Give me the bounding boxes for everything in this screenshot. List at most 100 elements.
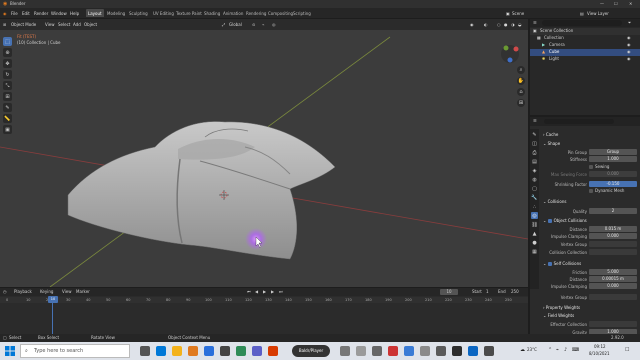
pinned-app-icon[interactable] <box>436 346 446 356</box>
tab-shading[interactable]: Shading <box>202 9 222 17</box>
store-icon[interactable] <box>220 346 230 356</box>
collision-collection-field[interactable] <box>589 249 637 255</box>
pinned-app-icon[interactable] <box>452 346 462 356</box>
scale-tool-icon[interactable]: ⤡ <box>3 81 12 90</box>
notifications-icon[interactable]: ☐ <box>625 348 629 353</box>
pinned-app-icon[interactable] <box>468 346 478 356</box>
maximize-icon[interactable]: ☐ <box>614 2 618 6</box>
mail-icon[interactable] <box>204 346 214 356</box>
rotate-tool-icon[interactable]: ↻ <box>3 70 12 79</box>
jump-end-icon[interactable]: ⏭ <box>279 290 283 294</box>
teams-icon[interactable] <box>252 346 262 356</box>
self-impulse-field[interactable]: 0.000 <box>589 283 637 289</box>
tab-modeling[interactable]: Modeling <box>105 9 127 17</box>
annotate-tool-icon[interactable]: ✎ <box>3 103 12 112</box>
menu-object[interactable]: Object <box>84 22 97 27</box>
particles-tab-icon[interactable]: ∴ <box>531 203 538 210</box>
3d-viewport[interactable]: ⊞ Object Mode View Select Add Object ⤢ G… <box>0 19 528 287</box>
play-icon[interactable]: ▶ <box>263 290 266 294</box>
visibility-eye-icon[interactable]: ◉ <box>627 36 631 40</box>
rendered-shading-icon[interactable]: ◒ <box>518 22 522 27</box>
pinned-app-icon[interactable] <box>388 346 398 356</box>
vertex-group-field[interactable] <box>589 241 637 247</box>
tool-tab-icon[interactable]: ✎ <box>531 131 538 138</box>
end-field[interactable]: 250 <box>511 290 519 294</box>
outliner-search-input[interactable] <box>542 20 622 26</box>
minimize-icon[interactable]: — <box>600 2 604 6</box>
physics-tab-icon[interactable]: ◎ <box>531 212 538 219</box>
cloth-mesh[interactable] <box>67 121 336 260</box>
transform-orientation-select[interactable]: Global <box>229 22 242 27</box>
tab-layout[interactable]: Layout <box>86 9 104 17</box>
pinned-app-icon[interactable] <box>356 346 366 356</box>
visibility-eye-icon[interactable]: ◉ <box>627 43 631 47</box>
stiffness-field[interactable]: 1.000 <box>589 156 637 162</box>
select-tool-icon[interactable]: ⬚ <box>3 37 12 46</box>
menu-view[interactable]: View <box>45 22 55 27</box>
property-weights-header[interactable]: › Property Weights <box>543 305 580 310</box>
menu-edit[interactable]: Edit <box>22 11 30 16</box>
object-collisions-header[interactable]: ⌄ Object Collisions <box>543 218 587 223</box>
menu-view-timeline[interactable]: View <box>62 290 72 294</box>
viewport-scene[interactable] <box>0 19 528 287</box>
playhead-line[interactable] <box>52 303 53 334</box>
effector-collection-field[interactable] <box>589 321 637 327</box>
quality-field[interactable]: 2 <box>589 208 637 214</box>
pinned-app-icon[interactable] <box>340 346 350 356</box>
cursor-tool-icon[interactable]: ⊕ <box>3 48 12 57</box>
view-layer-icon[interactable]: ▤ <box>580 11 584 16</box>
editor-type-icon[interactable]: ⊞ <box>3 22 6 27</box>
tab-scripting[interactable]: Scripting <box>291 9 313 17</box>
outliner-row-camera[interactable]: ▶ Camera ◉ <box>530 42 640 49</box>
mode-select[interactable]: Object Mode <box>11 22 36 27</box>
clock-time[interactable]: 09:12 <box>594 345 606 349</box>
shrinking-field[interactable]: -0.150 <box>589 181 637 187</box>
distance-field[interactable]: 0.015 m <box>589 226 637 232</box>
texture-tab-icon[interactable]: ▦ <box>531 248 538 255</box>
menu-playback[interactable]: Playback <box>14 290 32 294</box>
transform-tool-icon[interactable]: ⊞ <box>3 92 12 101</box>
outliner-row-collection[interactable]: ▦ Collection ◉ <box>530 35 640 42</box>
cache-section-header[interactable]: › Cache <box>543 132 558 137</box>
pan-hand-icon[interactable]: ✋ <box>517 77 525 85</box>
sewing-checkbox[interactable]: Sewing <box>589 165 609 169</box>
current-frame-field[interactable]: 10 <box>440 289 458 295</box>
menu-window[interactable]: Window <box>51 11 67 16</box>
constraints-tab-icon[interactable]: ⛓ <box>531 221 538 228</box>
material-shading-icon[interactable]: ◑ <box>511 22 515 27</box>
keyboard-icon[interactable]: ⌨ <box>572 348 579 353</box>
overlays-icon[interactable]: ◐ <box>484 22 488 27</box>
modifier-tab-icon[interactable]: 🔧 <box>531 194 538 201</box>
tab-uv-editing[interactable]: UV Editing <box>151 9 176 17</box>
file-explorer-icon[interactable] <box>172 346 182 356</box>
navigation-gizmo[interactable] <box>501 45 519 63</box>
object-tab-icon[interactable]: ▢ <box>531 185 538 192</box>
weather-icon[interactable]: ☁ <box>520 348 525 353</box>
volume-icon[interactable]: ♪ <box>564 348 567 353</box>
transform-orientation-icon[interactable]: ⤢ <box>222 22 225 27</box>
outliner-row-scene-collection[interactable]: ▣ Scene Collection <box>530 28 640 35</box>
shape-section-header[interactable]: ⌄ Shape <box>543 141 560 146</box>
task-view-icon[interactable] <box>140 346 150 356</box>
start-field[interactable]: 1 <box>486 290 489 294</box>
menu-select[interactable]: Select <box>58 22 70 27</box>
tab-animation[interactable]: Animation <box>221 9 245 17</box>
tab-rendering[interactable]: Rendering <box>244 9 268 17</box>
timeline-editor-icon[interactable]: ◷ <box>3 290 7 294</box>
menu-render[interactable]: Render <box>34 11 48 16</box>
office-icon[interactable] <box>268 346 278 356</box>
pivot-icon[interactable]: ⊙ <box>252 22 255 27</box>
visibility-eye-icon[interactable]: ◉ <box>627 57 631 61</box>
wireframe-shading-icon[interactable]: ○ <box>497 22 501 27</box>
tab-texture-paint[interactable]: Texture Paint <box>174 9 204 17</box>
render-tab-icon[interactable]: ◫ <box>531 140 538 147</box>
self-distance-field[interactable]: 0.00015 m <box>589 276 637 282</box>
blender-taskbar-icon[interactable] <box>188 346 198 356</box>
scene-icon[interactable]: ▣ <box>506 11 510 16</box>
outliner-row-cube[interactable]: ▲ Cube ◉ <box>530 49 640 56</box>
pinned-app-icon[interactable] <box>484 346 494 356</box>
self-collisions-header[interactable]: ⌄ Self Collisions <box>543 261 581 266</box>
prev-key-icon[interactable]: ◀ <box>255 290 258 294</box>
max-sewing-field[interactable]: 0.000 <box>589 171 637 177</box>
jump-start-icon[interactable]: ⏮ <box>247 290 251 294</box>
